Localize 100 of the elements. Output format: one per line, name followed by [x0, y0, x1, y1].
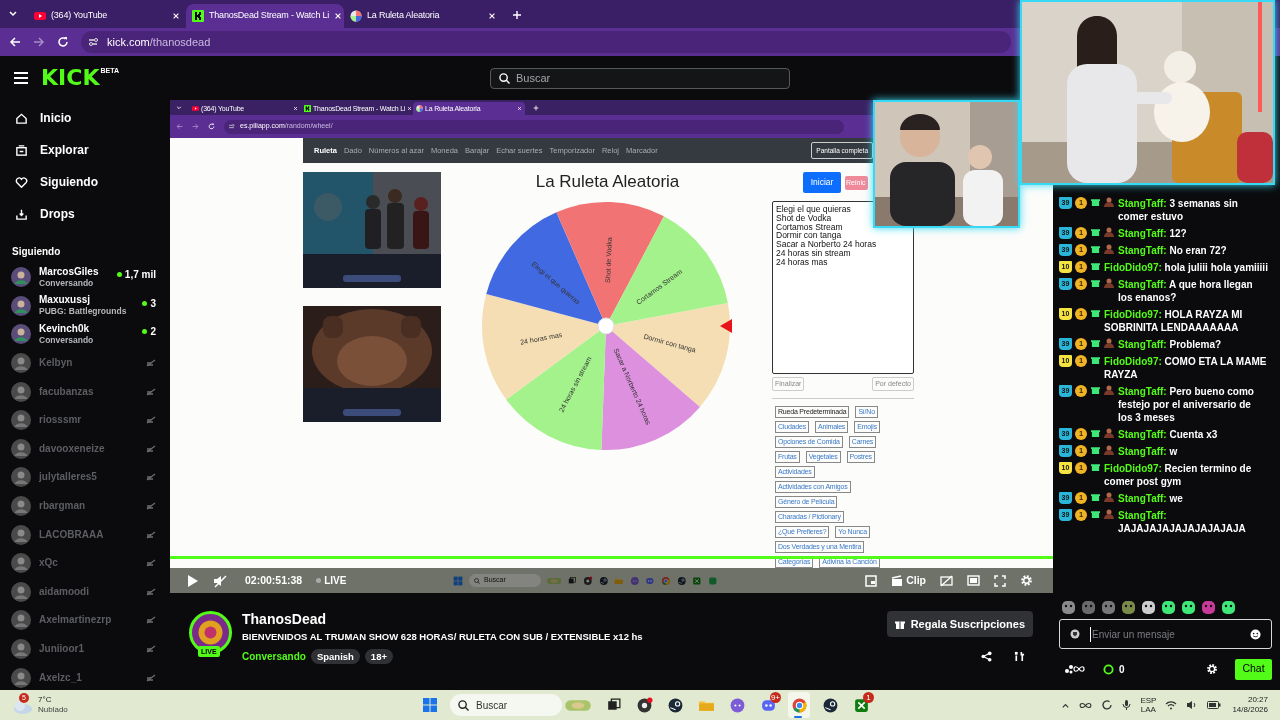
gift-icon	[1091, 462, 1100, 471]
channel-name: Kevinch0k	[39, 323, 91, 335]
site-settings-icon[interactable]	[87, 36, 99, 48]
channel-item[interactable]: Juniioor1	[0, 634, 170, 664]
start-button[interactable]: Iniciar	[803, 172, 841, 193]
tag-chip[interactable]: Spanish	[310, 649, 360, 665]
weather-condition: Nublado	[38, 705, 68, 715]
tools-icon[interactable]	[1014, 651, 1025, 662]
emote-icon[interactable]	[1121, 600, 1136, 615]
reload-icon[interactable]	[57, 36, 69, 48]
taskbar-app[interactable]: 9+	[757, 692, 779, 718]
channel-item[interactable]: facubanzas	[0, 377, 170, 406]
channel-avatar-icon[interactable]	[189, 611, 232, 654]
avatar-icon	[11, 295, 31, 316]
gift-subscriptions-button[interactable]: Regala Suscripciones	[886, 611, 1033, 637]
channel-name[interactable]: ThanosDead	[242, 611, 887, 628]
emote-icon[interactable]	[1061, 600, 1076, 615]
settings-icon[interactable]	[1206, 663, 1218, 675]
category-link[interactable]: Conversando	[242, 649, 306, 665]
share-icon[interactable]	[981, 651, 992, 662]
browser-tab[interactable]: ThanosDead Stream - Watch Li	[186, 4, 344, 28]
record-icon[interactable]	[583, 575, 593, 586]
channel-item[interactable]: Kevinch0k Conversando 2	[0, 320, 170, 349]
temperature: 7°C	[38, 695, 53, 705]
emote-icon[interactable]	[1181, 600, 1196, 615]
heart-icon	[15, 175, 28, 189]
nav-item[interactable]: Siguiendo	[0, 166, 170, 198]
close-icon[interactable]	[293, 106, 298, 111]
channel-name: facubanzas	[39, 385, 95, 398]
address-field[interactable]: kick.com/thanosdead	[81, 31, 1011, 53]
chat-input[interactable]: Enviar un mensaje	[1059, 619, 1272, 649]
nav-item[interactable]: Drops	[0, 198, 170, 230]
emoji-icon[interactable]	[1250, 628, 1261, 640]
offline-icon	[146, 387, 156, 396]
channel-name: riosssmr	[39, 414, 83, 427]
nav-item[interactable]: Inicio	[0, 102, 170, 134]
steam-icon[interactable]	[598, 575, 609, 586]
steam-icon[interactable]	[676, 575, 687, 586]
task-view-icon[interactable]	[567, 575, 577, 586]
text-area[interactable]: Elegi el que quieras Shot de Vodka Cortamos Stream Dormir con tanga Sacar a Norberto 24 horas 24 horas sin stream 24 horas mas	[772, 201, 914, 374]
channel-item[interactable]: MarcosGiles Conversando 1,7 mil	[0, 263, 170, 292]
infinity-icon[interactable]	[1079, 700, 1093, 710]
close-icon[interactable]	[517, 106, 522, 111]
option-list: Elegi el que quieras Shot de Vodka Cortamos Stream Dormir con tanga Sacar a Norberto 24 horas 24 horas sin stream 24 horas mas	[776, 205, 910, 267]
gift-icon	[1091, 428, 1100, 437]
channel-item[interactable]: Maxuxussj PUBG: Battlegrounds 3	[0, 291, 170, 321]
close-icon[interactable]	[172, 12, 180, 20]
battery-icon[interactable]	[1207, 701, 1222, 709]
emote-icon[interactable]	[1221, 600, 1236, 615]
close-icon[interactable]	[407, 106, 413, 111]
sync-icon[interactable]	[1101, 699, 1114, 711]
pip-icon[interactable]	[865, 574, 878, 587]
chevron-down-icon[interactable]	[176, 105, 182, 111]
plus-icon[interactable]	[533, 105, 539, 111]
tag-chip[interactable]: 18+	[364, 649, 393, 665]
channel-item[interactable]: riosssmr	[0, 405, 170, 435]
fullscreen-icon[interactable]	[994, 574, 1006, 587]
search-field[interactable]: Buscar	[450, 694, 562, 716]
wifi-icon[interactable]	[1165, 700, 1178, 710]
channel-item[interactable]: Axelzc_1	[0, 663, 170, 690]
volume-icon[interactable]	[213, 573, 227, 588]
theater-icon[interactable]	[967, 575, 980, 586]
channel-item[interactable]: davooxeneize	[0, 434, 170, 464]
clip-button[interactable]: Clip	[891, 572, 926, 589]
forward-icon[interactable]	[192, 123, 199, 130]
infinity-icon[interactable]	[1065, 664, 1087, 674]
browser-tab[interactable]: (364) YouTube	[28, 4, 186, 28]
search-field[interactable]: Buscar	[490, 67, 790, 89]
chevron-down-icon[interactable]	[8, 9, 18, 19]
channel-item[interactable]: LACOBRAAA	[0, 520, 170, 549]
channel-item[interactable]: xQc	[0, 548, 170, 578]
site-settings-icon[interactable]	[228, 123, 235, 130]
emote-icon[interactable]	[1161, 600, 1176, 615]
channel-item[interactable]: Axelmartinezrp	[0, 606, 170, 635]
channel-item[interactable]: Kelbyn	[0, 348, 170, 378]
channel-item[interactable]: aidamoodi	[0, 577, 170, 607]
close-icon[interactable]	[488, 12, 496, 20]
nav-item[interactable]: Explorar	[0, 134, 170, 166]
start-icon[interactable]	[453, 575, 463, 586]
stream-title: BIENVENIDOS AL TRUMAN SHOW 628 HORAS/ RULETA CON SUB / EXTENSIBLE x12 hs	[242, 630, 644, 644]
wheel-icon	[416, 105, 423, 112]
gift-icon	[1091, 445, 1100, 454]
microphone-icon[interactable]	[1122, 699, 1132, 711]
browser-tab[interactable]: La Ruleta Aleatoria	[344, 4, 502, 28]
plus-icon[interactable]	[512, 10, 522, 20]
emote-icon[interactable]	[1141, 600, 1156, 615]
offline-icon	[146, 502, 156, 511]
menu-icon[interactable]	[14, 72, 28, 84]
send-chat-button[interactable]: Chat	[1235, 658, 1272, 680]
reload-icon[interactable]	[208, 123, 215, 130]
channel-item[interactable]: rbargman	[0, 491, 170, 521]
taskbar-app[interactable]: 1	[850, 692, 872, 718]
chat-message: FidoDido97: COMO ETA LA MAME RAYZA	[1104, 355, 1268, 381]
close-icon[interactable]	[334, 12, 343, 20]
play-icon[interactable]	[187, 573, 199, 588]
start-icon[interactable]	[422, 697, 438, 713]
xbox-icon[interactable]	[692, 575, 702, 586]
channel-item[interactable]: julytalleres5	[0, 463, 170, 492]
forward-icon[interactable]	[33, 36, 45, 48]
offline-icon	[146, 473, 156, 482]
